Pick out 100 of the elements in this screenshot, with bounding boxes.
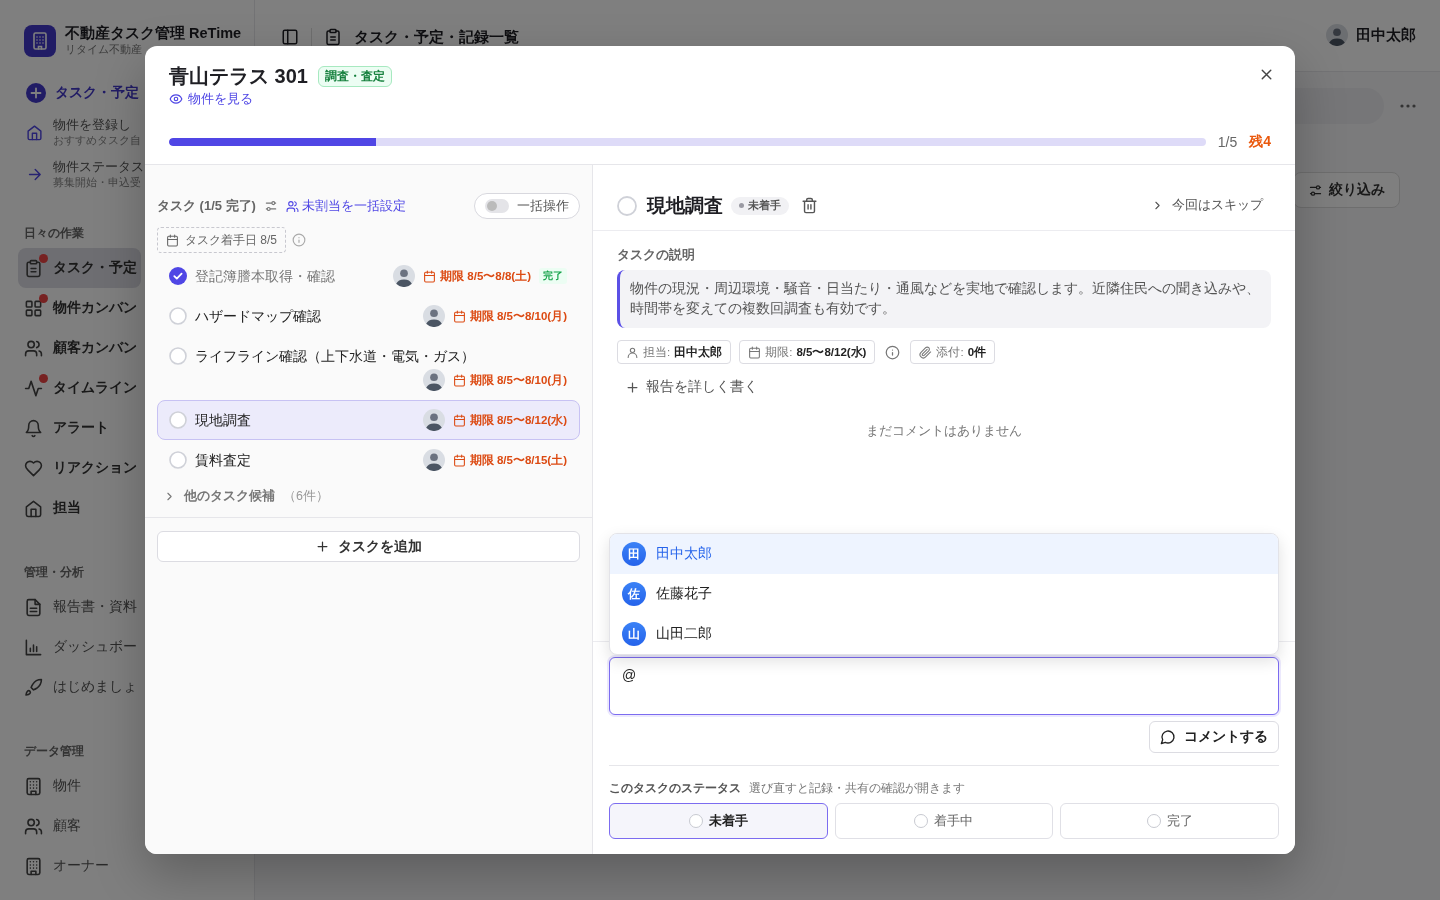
- task-checkbox[interactable]: [169, 411, 187, 429]
- add-task-button[interactable]: タスクを追加: [157, 531, 580, 562]
- quick-action-link[interactable]: タスク・予定: [55, 84, 139, 102]
- pulse-icon: [24, 378, 43, 398]
- trash-icon[interactable]: [801, 197, 818, 214]
- avatar-icon: [1326, 24, 1348, 46]
- task-item[interactable]: ライフライン確認（上下水道・電気・ガス） 期限 8/5〜8/10(月): [157, 336, 580, 400]
- sliders-icon: [1308, 182, 1323, 198]
- nav-item[interactable]: アラート: [18, 408, 113, 448]
- status-heading: このタスクのステータス: [609, 780, 741, 797]
- app-logo: [24, 24, 56, 57]
- meta-chip: 添付: 0件: [910, 340, 996, 364]
- view-property-link[interactable]: 物件を見る: [169, 90, 253, 108]
- more-icon[interactable]: [1400, 104, 1416, 108]
- section-heading: 管理・分析: [24, 564, 84, 581]
- nav-item[interactable]: はじめましょ: [18, 667, 141, 707]
- nav-item[interactable]: 物件カンバン: [18, 288, 141, 328]
- clipboard-icon: [24, 258, 43, 278]
- calendar-icon: [452, 453, 466, 467]
- bell-icon: [24, 418, 43, 438]
- toggle-switch[interactable]: [485, 199, 509, 213]
- section-heading: 日々の作業: [24, 225, 84, 242]
- nav-item[interactable]: オーナー: [18, 846, 113, 886]
- task-description: 物件の現況・周辺環境・騒音・日当たり・通風などを実地で確認します。近隣住民への聞き込みや、時間帯を変えての複数回調査も有効です。: [617, 270, 1271, 328]
- meta-chip: 期限: 8/5〜8/12(水): [739, 340, 876, 364]
- due-date-label: 期限 8/5〜8/12(水): [452, 412, 567, 428]
- info-icon[interactable]: [885, 344, 901, 360]
- task-checkbox[interactable]: [169, 307, 187, 325]
- bulk-mode-label: 一括操作: [517, 197, 569, 215]
- user-name[interactable]: 田中太郎: [1356, 25, 1416, 45]
- mention-option[interactable]: 田 田中太郎: [610, 534, 1278, 574]
- more-tasks-toggle[interactable]: 他のタスク候補 （6件）: [157, 488, 580, 505]
- status-option[interactable]: 完了: [1060, 803, 1279, 839]
- mention-option[interactable]: 山 山田二郎: [610, 614, 1278, 654]
- user-initial-avatar: 佐: [622, 582, 646, 606]
- nav-item[interactable]: 担当: [18, 488, 85, 528]
- nav-item[interactable]: 物件: [18, 766, 85, 806]
- nav-item[interactable]: タスク・予定: [18, 248, 141, 288]
- write-report-link[interactable]: 報告を詳しく書く: [625, 378, 758, 396]
- remaining-count: 残4: [1249, 133, 1271, 151]
- task-item[interactable]: 賃料査定 期限 8/5〜8/15(土): [157, 440, 580, 480]
- sort-icon[interactable]: [263, 199, 278, 213]
- task-checkbox[interactable]: [617, 195, 637, 216]
- task-checkbox[interactable]: [169, 451, 187, 469]
- building-icon: [24, 856, 43, 876]
- avatar-icon: [422, 409, 445, 431]
- start-date-chip[interactable]: タスク着手日 8/5: [157, 227, 286, 253]
- grid-icon: [24, 298, 43, 318]
- users-icon: [24, 816, 43, 836]
- bulk-assign-link[interactable]: 未割当を一括設定: [285, 197, 406, 215]
- task-title: 現地調査: [647, 193, 723, 218]
- task-item[interactable]: 登記簿謄本取得・確認 期限 8/5〜8/8(土) 完了: [157, 256, 580, 296]
- building-icon: [24, 776, 43, 796]
- nav-item[interactable]: タイムライン: [18, 368, 141, 408]
- heart-icon: [24, 458, 43, 478]
- filter-button[interactable]: 絞り込み: [1293, 172, 1400, 208]
- nav-item[interactable]: 顧客: [18, 806, 85, 846]
- status-option[interactable]: 着手中: [834, 803, 1054, 839]
- checked-checkbox[interactable]: [169, 267, 187, 285]
- task-checkbox[interactable]: [169, 347, 187, 365]
- status-hint: 選び直すと記録・共有の確認が開きます: [749, 781, 965, 796]
- avatar-icon: [393, 265, 416, 287]
- nav-item[interactable]: ダッシュボー: [18, 627, 141, 667]
- sidebar-toggle-icon[interactable]: [281, 28, 299, 46]
- mention-option[interactable]: 佐 佐藤花子: [610, 574, 1278, 614]
- app-subtitle: リタイム不動産: [65, 42, 142, 57]
- document-icon: [24, 597, 43, 617]
- task-item[interactable]: 現地調査 期限 8/5〜8/12(水): [157, 400, 580, 440]
- task-item[interactable]: ハザードマップ確認 期限 8/5〜8/10(月): [157, 296, 580, 336]
- comment-button[interactable]: コメントする: [1149, 721, 1279, 753]
- avatar-icon: [422, 369, 445, 391]
- rocket-icon: [24, 677, 43, 697]
- due-date-label: 期限 8/5〜8/8(土): [423, 268, 531, 284]
- home-icon: [24, 498, 43, 518]
- calendar-icon: [748, 345, 762, 359]
- users-icon: [24, 338, 43, 358]
- due-date-label: 期限 8/5〜8/10(月): [452, 372, 567, 388]
- users-icon: [285, 199, 299, 213]
- meta-chip: 担当: 田中太郎: [617, 340, 732, 364]
- bar-chart-icon: [24, 637, 43, 657]
- home-icon: [26, 123, 43, 141]
- info-icon[interactable]: [292, 233, 306, 247]
- paperclip-icon: [919, 345, 933, 359]
- nav-item[interactable]: 報告書・資料: [18, 587, 141, 627]
- empty-comments-message: まだコメントはありません: [865, 422, 1023, 440]
- category-tag: 調査・査定: [317, 65, 392, 87]
- onboarding-step-title[interactable]: 物件ステータス: [53, 159, 144, 176]
- calendar-icon: [452, 309, 466, 323]
- onboarding-step-title[interactable]: 物件を登録し: [53, 117, 131, 134]
- plus-icon: [625, 379, 640, 395]
- status-option[interactable]: 未着手: [609, 803, 828, 839]
- nav-item[interactable]: リアクション: [18, 448, 141, 488]
- person-icon: [626, 345, 639, 359]
- calendar-icon: [452, 373, 466, 387]
- section-heading: データ管理: [24, 743, 84, 760]
- skip-link[interactable]: 今回はスキップ: [1151, 197, 1263, 214]
- status-badge: 完了: [539, 268, 567, 284]
- comment-field[interactable]: @: [609, 657, 1279, 715]
- nav-item[interactable]: 顧客カンバン: [18, 328, 141, 368]
- user-initial-avatar: 山: [622, 622, 646, 646]
